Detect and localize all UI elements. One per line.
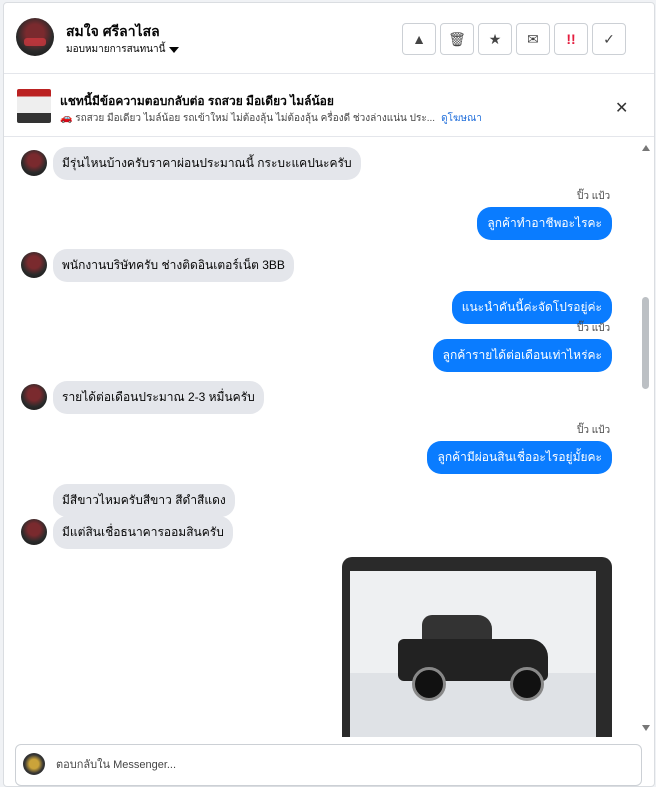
delete-button[interactable]: 🗑 bbox=[440, 23, 474, 55]
car-photo bbox=[350, 571, 596, 737]
message-thread: มีรุ่นไหนบ้างครับราคาผ่อนประมาณนี้ กระบะ… bbox=[4, 139, 654, 737]
reply-composer bbox=[15, 744, 642, 786]
incoming-message: มีสีขาวไหมครับสีขาว สีดำสีแดง bbox=[53, 484, 235, 517]
assign-conversation-dropdown[interactable]: มอบหมายการสนทนานี้ bbox=[66, 42, 180, 57]
ad-thumbnail bbox=[17, 89, 51, 123]
warning-icon: ▲ bbox=[412, 31, 426, 47]
ad-reply-banner: แชทนี้มีข้อความตอบกลับต่อ รถสวย มือเดียว… bbox=[4, 74, 654, 137]
outgoing-message: ลูกค้ามีผ่อนสินเชื่ออะไรอยู่มั้ยคะ bbox=[427, 441, 612, 474]
sender-name: ปิ๊ว แป้ว bbox=[577, 323, 611, 334]
view-ad-link[interactable]: ดูโฆษณา bbox=[441, 113, 482, 124]
assign-label: มอบหมายการสนทนานี้ bbox=[66, 44, 166, 55]
outgoing-photo-message[interactable] bbox=[342, 557, 612, 737]
conversation-header: สมใจ ศรีลาไสล มอบหมายการสนทนานี้ ▲ 🗑 ★ ✉… bbox=[4, 3, 654, 74]
trash-icon: 🗑 bbox=[448, 30, 466, 47]
check-icon: ✓ bbox=[603, 30, 615, 47]
mark-unread-button[interactable]: ✉ bbox=[516, 23, 550, 55]
scrollbar-thumb[interactable] bbox=[642, 297, 649, 389]
mail-icon: ✉ bbox=[527, 30, 539, 47]
sender-name: ปิ๊ว แป้ว bbox=[577, 425, 611, 436]
contact-avatar-small bbox=[21, 252, 47, 278]
contact-avatar-small bbox=[21, 519, 47, 545]
star-icon: ★ bbox=[488, 30, 502, 47]
action-toolbar: ▲ 🗑 ★ ✉ !! ✓ bbox=[402, 23, 626, 55]
car-wheel bbox=[412, 667, 446, 701]
reply-input[interactable] bbox=[54, 755, 618, 775]
star-button[interactable]: ★ bbox=[478, 23, 512, 55]
scroll-up-arrow-icon[interactable] bbox=[642, 145, 650, 151]
contact-avatar-small bbox=[21, 384, 47, 410]
outgoing-message: ลูกค้าทำอาชีพอะไรคะ bbox=[477, 207, 612, 240]
message-scrollbar[interactable] bbox=[639, 139, 653, 737]
ad-banner-title: แชทนี้มีข้อความตอบกลับต่อ รถสวย มือเดียว… bbox=[60, 94, 334, 108]
close-icon[interactable]: ✕ bbox=[615, 98, 628, 118]
outgoing-message: แนะนำคันนี้ค่ะจัดโปรอยู่ค่ะ bbox=[451, 291, 612, 324]
outgoing-message: ลูกค้ารายได้ต่อเดือนเท่าไหร่คะ bbox=[432, 339, 612, 372]
car-wheel bbox=[510, 667, 544, 701]
chevron-down-icon bbox=[169, 46, 180, 53]
scroll-down-arrow-icon[interactable] bbox=[642, 725, 650, 731]
report-button[interactable]: ▲ bbox=[402, 23, 436, 55]
follow-up-button[interactable]: !! bbox=[554, 23, 588, 55]
incoming-message: รายได้ต่อเดือนประมาณ 2-3 หมื่นครับ bbox=[53, 381, 264, 414]
contact-name[interactable]: สมใจ ศรีลาไสล bbox=[66, 21, 160, 43]
mark-done-button[interactable]: ✓ bbox=[592, 23, 626, 55]
incoming-message: มีแต่สินเชื่อธนาคารออมสินครับ bbox=[53, 516, 233, 549]
incoming-message: มีรุ่นไหนบ้างครับราคาผ่อนประมาณนี้ กระบะ… bbox=[53, 147, 361, 180]
ad-description: 🚗 รถสวย มือเดียว ไมล์น้อย รถเข้าใหม่ ไม่… bbox=[60, 113, 436, 124]
incoming-message: พนักงานบริษัทครับ ช่างติดอินเตอร์เน็ต 3B… bbox=[53, 249, 294, 282]
page-avatar bbox=[23, 753, 45, 775]
contact-avatar-small bbox=[21, 150, 47, 176]
conversation-panel: สมใจ ศรีลาไสล มอบหมายการสนทนานี้ ▲ 🗑 ★ ✉… bbox=[3, 2, 655, 787]
ad-banner-subtitle: 🚗 รถสวย มือเดียว ไมล์น้อย รถเข้าใหม่ ไม่… bbox=[60, 111, 482, 126]
sender-name: ปิ๊ว แป้ว bbox=[577, 191, 611, 202]
contact-avatar[interactable] bbox=[16, 18, 54, 56]
follow-up-icon: !! bbox=[566, 31, 576, 47]
